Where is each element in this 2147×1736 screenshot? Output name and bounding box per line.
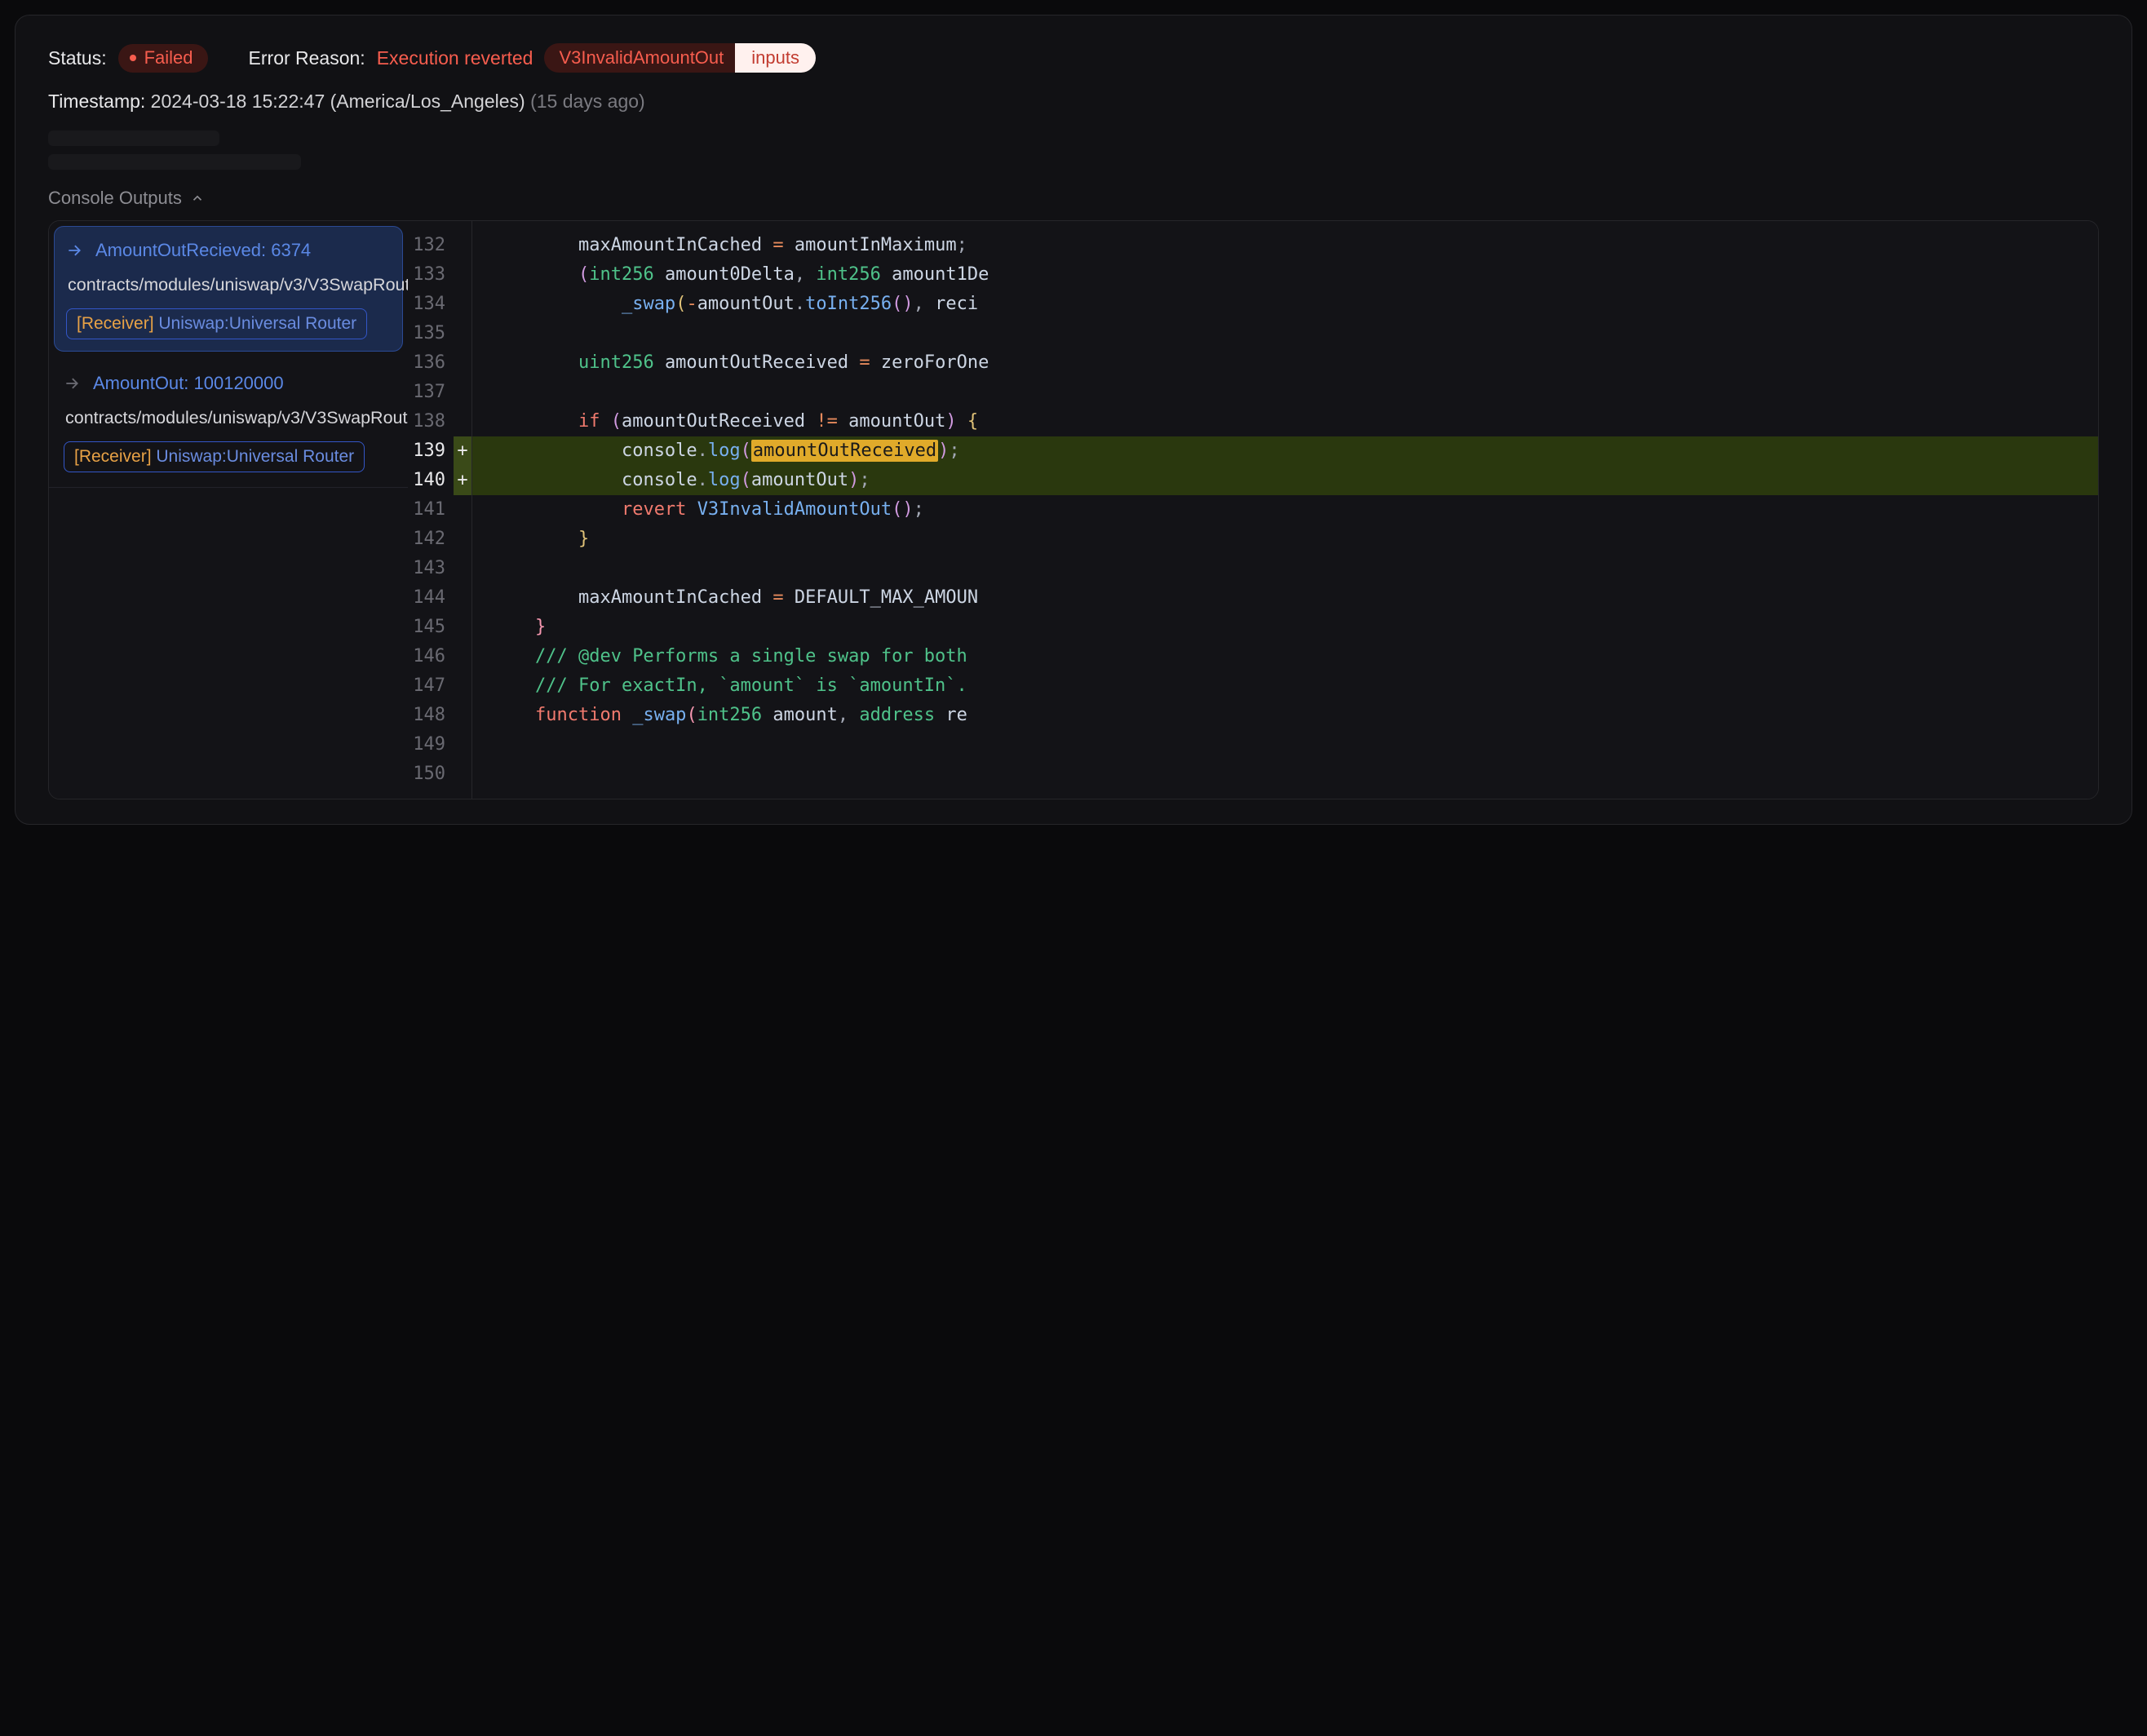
gutter-line: 136 xyxy=(408,348,471,378)
timestamp-relative: (15 days ago) xyxy=(530,91,645,112)
gutter-line: 148 xyxy=(408,701,471,730)
log-item-receiver-tag[interactable]: [Receiver] Uniswap:Universal Router xyxy=(64,441,365,472)
status-label: Status: xyxy=(48,47,107,69)
gutter-line: 149 xyxy=(408,730,471,760)
error-tag-name[interactable]: V3InvalidAmountOut xyxy=(544,43,735,73)
code-pane: 132133134135136137138139+140+14114214314… xyxy=(408,221,2098,799)
arrow-right-icon xyxy=(64,375,80,392)
code-line: } xyxy=(472,525,2098,554)
error-tag-inputs[interactable]: inputs xyxy=(735,43,816,73)
log-item-receiver-tag[interactable]: [Receiver] Uniswap:Universal Router xyxy=(66,308,367,339)
code-line: (int256 amount0Delta, int256 amount1De xyxy=(472,260,2098,290)
code-line: /// For exactIn, `amount` is `amountIn`. xyxy=(472,671,2098,701)
code-line xyxy=(472,760,2098,789)
code-line: revert V3InvalidAmountOut(); xyxy=(472,495,2098,525)
error-tags: V3InvalidAmountOut inputs xyxy=(544,43,816,73)
gutter-line: 146 xyxy=(408,642,471,671)
status-value: Failed xyxy=(144,47,193,69)
code-line: /// @dev Performs a single swap for both xyxy=(472,642,2098,671)
gutter-line: 133 xyxy=(408,260,471,290)
redacted-bar xyxy=(48,131,219,146)
console-outputs-toggle[interactable]: Console Outputs xyxy=(48,188,2099,209)
gutter-line: 142 xyxy=(408,525,471,554)
transaction-card: Status: Failed Error Reason: Execution r… xyxy=(15,15,2132,825)
gutter-line: 135 xyxy=(408,319,471,348)
code-line xyxy=(472,730,2098,760)
timestamp-label: Timestamp: xyxy=(48,91,145,112)
status-row: Status: Failed Error Reason: Execution r… xyxy=(48,43,2099,73)
timestamp-value: 2024-03-18 15:22:47 (America/Los_Angeles… xyxy=(151,91,525,112)
status-dot-icon xyxy=(130,55,136,61)
code-line: if (amountOutReceived != amountOut) { xyxy=(472,407,2098,436)
log-item-title: AmountOutRecieved: 6374 xyxy=(95,240,311,261)
gutter-line: 147 xyxy=(408,671,471,701)
log-item-path: contracts/modules/uniswap/v3/V3SwapRoute… xyxy=(66,272,391,297)
gutter-line: 137 xyxy=(408,378,471,407)
arrow-right-icon xyxy=(66,242,82,259)
gutter-line: 132 xyxy=(408,231,471,260)
gutter-line: 145 xyxy=(408,613,471,642)
gutter-line: 140+ xyxy=(408,466,471,495)
code-line: function _swap(int256 amount, address re xyxy=(472,701,2098,730)
log-item[interactable]: AmountOutRecieved: 6374 contracts/modules… xyxy=(54,226,403,352)
log-item[interactable]: AmountOut: 100120000 contracts/modules/un… xyxy=(49,356,408,488)
chevron-up-icon xyxy=(190,191,205,206)
code-line xyxy=(472,378,2098,407)
gutter-line: 138 xyxy=(408,407,471,436)
code-line: } xyxy=(472,613,2098,642)
code-line xyxy=(472,319,2098,348)
gutter-line: 143 xyxy=(408,554,471,583)
gutter-line: 144 xyxy=(408,583,471,613)
redacted-bar xyxy=(48,154,301,170)
code-body[interactable]: maxAmountInCached = amountInMaximum; (in… xyxy=(472,221,2098,799)
code-line xyxy=(472,554,2098,583)
gutter-line: 139+ xyxy=(408,436,471,466)
redacted-rows xyxy=(48,131,2099,170)
log-item-path: contracts/modules/uniswap/v3/V3SwapRoute… xyxy=(64,405,393,430)
code-line: uint256 amountOutReceived = zeroForOne xyxy=(472,348,2098,378)
log-list: AmountOutRecieved: 6374 contracts/modules… xyxy=(49,221,408,799)
log-item-header: AmountOut: 100120000 xyxy=(64,373,393,394)
code-line: console.log(amountOut); xyxy=(472,466,2098,495)
code-line: maxAmountInCached = amountInMaximum; xyxy=(472,231,2098,260)
error-reason-value: Execution reverted xyxy=(377,47,533,69)
log-item-title: AmountOut: 100120000 xyxy=(93,373,284,394)
code-gutter: 132133134135136137138139+140+14114214314… xyxy=(408,221,472,799)
gutter-line: 134 xyxy=(408,290,471,319)
status-badge: Failed xyxy=(118,44,208,73)
log-item-header: AmountOutRecieved: 6374 xyxy=(66,240,391,261)
console-panel: AmountOutRecieved: 6374 contracts/modules… xyxy=(48,220,2099,799)
timestamp-row: Timestamp: 2024-03-18 15:22:47 (America/… xyxy=(48,91,2099,113)
error-reason-label: Error Reason: xyxy=(249,47,365,69)
code-line: _swap(-amountOut.toInt256(), reci xyxy=(472,290,2098,319)
code-line: maxAmountInCached = DEFAULT_MAX_AMOUN xyxy=(472,583,2098,613)
gutter-line: 150 xyxy=(408,760,471,789)
console-outputs-label: Console Outputs xyxy=(48,188,182,209)
gutter-line: 141 xyxy=(408,495,471,525)
code-line: console.log(amountOutReceived); xyxy=(472,436,2098,466)
